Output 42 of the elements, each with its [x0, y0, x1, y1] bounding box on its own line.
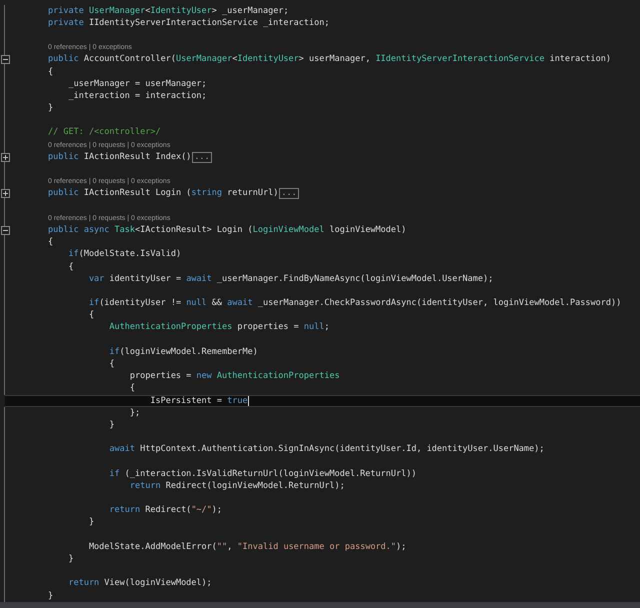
code-line: private UserManager<IdentityUser> _userManager; [48, 6, 289, 17]
code-line: { [48, 66, 54, 78]
collapsed-code-indicator[interactable]: ... [279, 188, 299, 200]
code-line: var identityUser = await _userManager.FindByNameAsync(loginViewModel.UserName); [88, 274, 494, 285]
code-line: await HttpContext.Authentication.SignInAsync(identityUser.Id, identityUser.UserName); [108, 444, 544, 456]
plus-box-icon[interactable] [0, 152, 10, 162]
code-line: AuthenticationProperties properties = null; [108, 322, 330, 334]
code-line: { [88, 310, 94, 322]
minus-box-icon[interactable] [0, 226, 10, 235]
text-cursor [248, 396, 249, 406]
code-line: properties = new AuthenticationProperties [128, 371, 340, 382]
code-line: public AccountController(UserManager<IdentityUser> userManager, IIdentityServerInteractionService interaction) [48, 54, 611, 66]
code-line: }; [128, 408, 140, 419]
code-line: private IIdentityServerInteractionService _interaction; [48, 18, 330, 29]
code-line: return View(loginViewModel); [67, 578, 212, 590]
code-line: } [48, 103, 54, 114]
code-line: _interaction = interaction; [67, 90, 207, 102]
code-line: if(ModelState.IsValid) [67, 249, 182, 260]
minus-box-icon[interactable] [0, 55, 10, 64]
code-line: return Redirect("~/"); [108, 505, 222, 516]
collapsed-code-indicator[interactable]: ... [192, 152, 212, 163]
code-line: public async Task<IActionResult> Login (LoginViewModel loginViewModel) [48, 224, 406, 236]
code-line: } [88, 517, 94, 528]
code-line: _userManager = userManager; [67, 78, 207, 90]
code-line: if(identityUser != null && await _userManager.CheckPasswordAsync(identityUser, loginViewModel.Password)) [88, 298, 622, 310]
code-line: // GET: /<controller>/ [48, 127, 161, 138]
code-line: } [48, 590, 54, 602]
code-line: if (_interaction.IsValidReturnUrl(loginViewModel.ReturnUrl)) [108, 468, 416, 480]
horizontal-scrollbar[interactable] [0, 602, 640, 608]
code-line: { [108, 359, 115, 370]
code-line: return Redirect(loginViewModel.ReturnUrl); [128, 480, 345, 492]
code-line: { [128, 383, 135, 394]
code-line: public IActionResult Index() [48, 152, 192, 163]
code-line: } [67, 554, 74, 566]
code-line: public IActionResult Login (string returnUrl) [48, 188, 278, 200]
plus-box-icon[interactable] [0, 189, 10, 198]
code-line: if(loginViewModel.RememberMe) [108, 346, 258, 358]
code-line: } [108, 420, 115, 431]
code-line: { [67, 262, 74, 273]
code-line: ModelState.AddModelError("", "Invalid username or password."); [88, 542, 406, 553]
code-line: IsPersistent = true [149, 396, 248, 407]
code-line: { [48, 237, 54, 248]
